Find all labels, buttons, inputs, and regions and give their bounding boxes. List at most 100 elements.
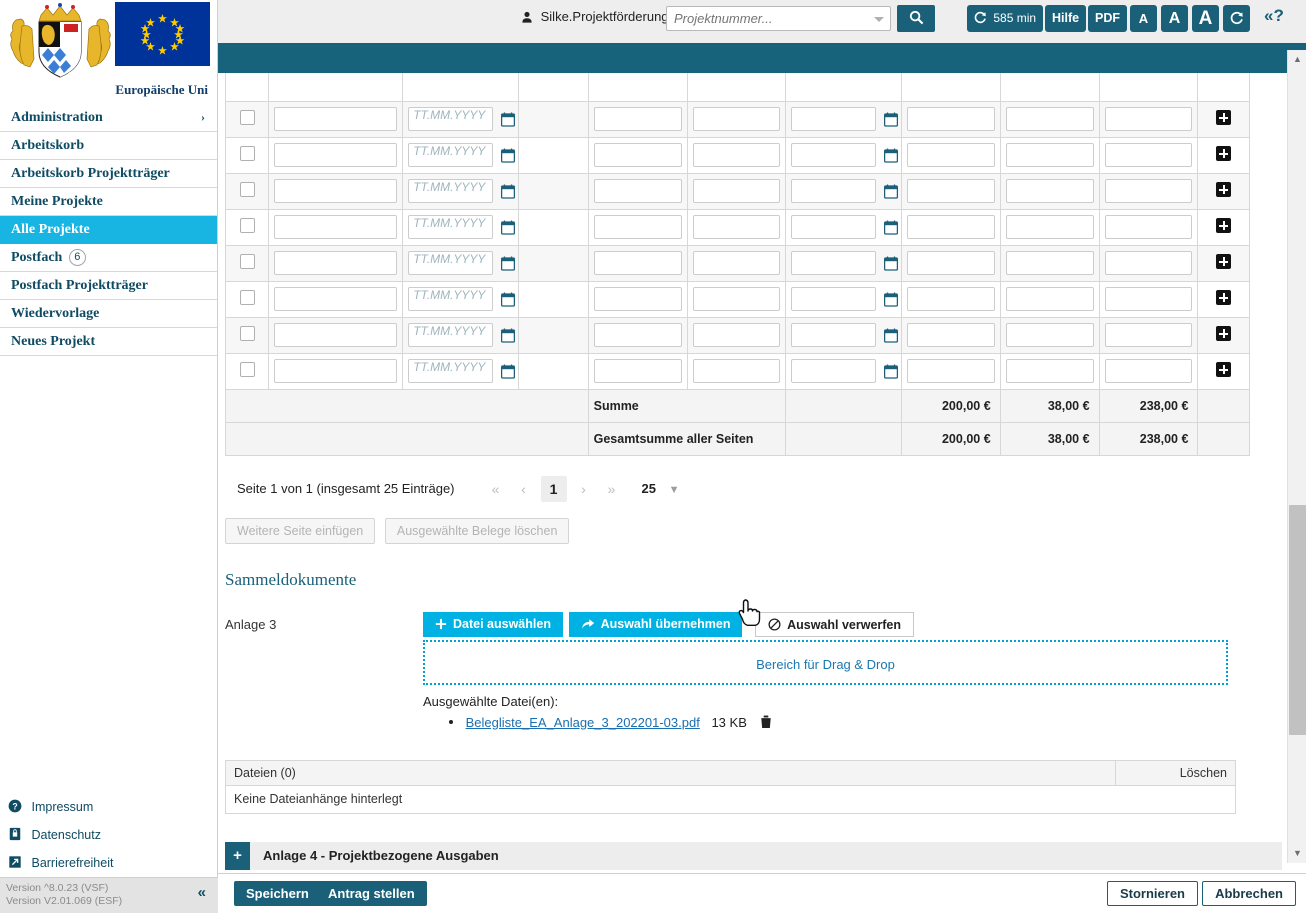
cancel-order-button[interactable]: Stornieren bbox=[1106, 881, 1198, 906]
sidebar-item-meine-projekte[interactable]: Meine Projekte bbox=[0, 188, 217, 216]
help-toggle-icon[interactable]: «? bbox=[1264, 6, 1284, 26]
font-size-medium-button[interactable]: A bbox=[1161, 5, 1188, 32]
delete-selected-button[interactable]: Ausgewählte Belege löschen bbox=[384, 517, 570, 544]
selected-file-link[interactable]: Belegliste_EA_Anlage_3_202201-03.pdf bbox=[466, 715, 700, 730]
insert-page-button[interactable]: Weitere Seite einfügen bbox=[225, 517, 376, 544]
sidebar-item-postfach[interactable]: Postfach 6 bbox=[0, 244, 217, 272]
brutto-input[interactable] bbox=[1104, 251, 1193, 275]
brutto-input[interactable] bbox=[1104, 179, 1193, 203]
beleg-datum-input[interactable]: TT.MM.YYYY bbox=[408, 107, 493, 131]
beleg-nr-input[interactable] bbox=[274, 143, 398, 167]
add-row-button[interactable] bbox=[1216, 110, 1232, 125]
apply-selection-button[interactable]: Auswahl übernehmen bbox=[568, 611, 743, 637]
abort-button[interactable]: Abbrechen bbox=[1202, 881, 1296, 906]
calendar-icon[interactable] bbox=[883, 184, 898, 199]
footer-link-datenschutz[interactable]: Datenschutz bbox=[0, 821, 218, 849]
sidebar-item-alle-projekte[interactable]: Alle Projekte bbox=[0, 216, 217, 244]
beleg-kategorie-input[interactable] bbox=[692, 179, 781, 203]
scrollbar-thumb[interactable] bbox=[1289, 505, 1306, 735]
refresh-button[interactable] bbox=[1223, 5, 1250, 32]
netto-input[interactable] bbox=[906, 251, 995, 275]
beleg-datum-input[interactable]: TT.MM.YYYY bbox=[408, 359, 493, 383]
brutto-input[interactable] bbox=[1104, 143, 1193, 167]
row-checkbox[interactable] bbox=[239, 290, 255, 305]
beleg-datum-input[interactable]: TT.MM.YYYY bbox=[408, 323, 493, 347]
calendar-icon[interactable] bbox=[500, 292, 515, 307]
brutto-input[interactable] bbox=[1104, 359, 1193, 383]
beleg-datum-input[interactable]: TT.MM.YYYY bbox=[408, 287, 493, 311]
netto-input[interactable] bbox=[906, 143, 995, 167]
beleg-text-input[interactable] bbox=[593, 143, 682, 167]
netto-input[interactable] bbox=[906, 107, 995, 131]
calendar-icon[interactable] bbox=[500, 148, 515, 163]
expand-anlage-4-button[interactable]: + bbox=[225, 841, 250, 870]
sidebar-item-wiedervorlage[interactable]: Wiedervorlage bbox=[0, 300, 217, 328]
calendar-icon[interactable] bbox=[500, 256, 515, 271]
zahlungs-datum-input[interactable] bbox=[791, 215, 876, 239]
row-checkbox[interactable] bbox=[239, 182, 255, 197]
beleg-kategorie-input[interactable] bbox=[692, 107, 781, 131]
beleg-text-input[interactable] bbox=[593, 323, 682, 347]
search-button[interactable] bbox=[897, 5, 935, 32]
ust-input[interactable] bbox=[1005, 107, 1094, 131]
ust-input[interactable] bbox=[1005, 143, 1094, 167]
pagination-last[interactable]: » bbox=[601, 476, 623, 502]
add-row-button[interactable] bbox=[1216, 182, 1232, 197]
netto-input[interactable] bbox=[906, 359, 995, 383]
netto-input[interactable] bbox=[906, 215, 995, 239]
pagination-prev[interactable]: ‹ bbox=[513, 476, 535, 502]
calendar-icon[interactable] bbox=[500, 364, 515, 379]
row-checkbox[interactable] bbox=[239, 362, 255, 377]
sidebar-item-administration[interactable]: Administration › bbox=[0, 104, 217, 132]
ust-input[interactable] bbox=[1005, 359, 1094, 383]
table-row[interactable]: TT.MM.YYYY bbox=[224, 280, 1250, 318]
brutto-input[interactable] bbox=[1104, 107, 1193, 131]
add-row-button[interactable] bbox=[1216, 254, 1232, 269]
drag-drop-zone[interactable]: Bereich für Drag & Drop bbox=[423, 639, 1228, 685]
chevron-down-icon[interactable] bbox=[874, 17, 884, 22]
calendar-icon[interactable] bbox=[883, 292, 898, 307]
beleg-kategorie-input[interactable] bbox=[692, 251, 781, 275]
beleg-nr-input[interactable] bbox=[274, 215, 398, 239]
zahlungs-datum-input[interactable] bbox=[791, 179, 876, 203]
calendar-icon[interactable] bbox=[500, 112, 515, 127]
calendar-icon[interactable] bbox=[500, 184, 515, 199]
table-row[interactable]: TT.MM.YYYY bbox=[224, 352, 1250, 390]
beleg-nr-input[interactable] bbox=[274, 323, 398, 347]
row-checkbox[interactable] bbox=[239, 254, 255, 269]
table-row[interactable] bbox=[224, 73, 1250, 102]
scroll-down-icon[interactable]: ▼ bbox=[1288, 844, 1306, 863]
beleg-nr-input[interactable] bbox=[274, 359, 398, 383]
beleg-text-input[interactable] bbox=[593, 287, 682, 311]
calendar-icon[interactable] bbox=[883, 220, 898, 235]
ust-input[interactable] bbox=[1005, 179, 1094, 203]
table-row[interactable]: TT.MM.YYYY bbox=[224, 136, 1250, 174]
zahlungs-datum-input[interactable] bbox=[791, 359, 876, 383]
calendar-icon[interactable] bbox=[883, 364, 898, 379]
brutto-input[interactable] bbox=[1104, 323, 1193, 347]
brutto-input[interactable] bbox=[1104, 215, 1193, 239]
pagination-page-1[interactable]: 1 bbox=[540, 475, 567, 502]
beleg-kategorie-input[interactable] bbox=[692, 143, 781, 167]
beleg-nr-input[interactable] bbox=[274, 251, 398, 275]
calendar-icon[interactable] bbox=[883, 112, 898, 127]
scroll-up-icon[interactable]: ▲ bbox=[1288, 50, 1306, 69]
beleg-datum-input[interactable]: TT.MM.YYYY bbox=[408, 215, 493, 239]
brutto-input[interactable] bbox=[1104, 287, 1193, 311]
beleg-datum-input[interactable]: TT.MM.YYYY bbox=[408, 251, 493, 275]
row-checkbox[interactable] bbox=[239, 146, 255, 161]
row-checkbox[interactable] bbox=[239, 110, 255, 125]
beleg-text-input[interactable] bbox=[593, 251, 682, 275]
beleg-nr-input[interactable] bbox=[274, 179, 398, 203]
zahlungs-datum-input[interactable] bbox=[791, 107, 876, 131]
zahlungs-datum-input[interactable] bbox=[791, 251, 876, 275]
table-row[interactable]: TT.MM.YYYY bbox=[224, 244, 1250, 282]
beleg-text-input[interactable] bbox=[593, 215, 682, 239]
zahlungs-datum-input[interactable] bbox=[791, 323, 876, 347]
table-row[interactable]: TT.MM.YYYY bbox=[224, 100, 1250, 138]
sidebar-item-postfach-projekttraeger[interactable]: Postfach Projektträger bbox=[0, 272, 217, 300]
help-button[interactable]: Hilfe bbox=[1045, 5, 1087, 32]
beleg-kategorie-input[interactable] bbox=[692, 323, 781, 347]
beleg-kategorie-input[interactable] bbox=[692, 359, 781, 383]
pdf-button[interactable]: PDF bbox=[1088, 5, 1127, 32]
